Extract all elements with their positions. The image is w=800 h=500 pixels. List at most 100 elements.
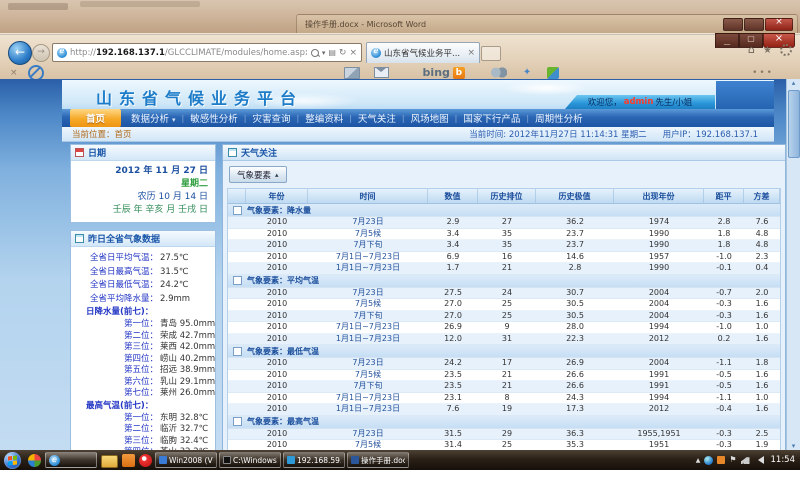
table-row[interactable]: 20107月23日31.52936.31955,1951-0.32.5 bbox=[228, 429, 780, 441]
table-cell: -0.5 bbox=[704, 381, 744, 392]
table-cell: 21 bbox=[478, 263, 536, 274]
close-toolbar-icon[interactable]: × bbox=[10, 68, 18, 78]
nav-item-3[interactable]: 灾害查询 bbox=[246, 111, 296, 125]
taskbar-clock[interactable]: 11:54 bbox=[771, 455, 796, 465]
desktop-background: 操作手册.docx - Microsoft Word bbox=[0, 0, 800, 34]
scroll-up-arrow-icon[interactable]: ▴ bbox=[787, 79, 800, 87]
refresh-icon[interactable]: ↻ bbox=[339, 48, 347, 58]
new-tab-button[interactable] bbox=[481, 46, 501, 61]
group-title: 气象要素：最高气温 bbox=[247, 416, 319, 427]
element-filter-button[interactable]: 气象要素 ▴ bbox=[229, 166, 287, 183]
table-cell: 7月下旬 bbox=[308, 311, 428, 322]
system-tray: ▲ ⚑ 11:54 bbox=[696, 455, 800, 465]
cards-icon[interactable] bbox=[344, 67, 360, 79]
table-row[interactable]: 20107月23日2.92736.219742.87.6 bbox=[228, 217, 780, 229]
table-row[interactable]: 20107月下旬27.02530.52004-0.31.6 bbox=[228, 311, 780, 323]
show-hidden-icons-arrow[interactable]: ▲ bbox=[696, 457, 701, 464]
taskbar-window-label: C:\Windows\s... bbox=[233, 456, 277, 465]
table-row[interactable]: 20107月5候27.02530.52004-0.31.6 bbox=[228, 299, 780, 311]
table-cell: 31.4 bbox=[428, 440, 478, 450]
taskbar-window-button[interactable]: 操作手册.docx ... bbox=[347, 452, 409, 468]
search-icon[interactable] bbox=[311, 49, 319, 57]
group-checkbox[interactable] bbox=[233, 276, 242, 285]
panel-icon bbox=[228, 148, 237, 157]
nav-item-0[interactable]: 首页 bbox=[70, 109, 121, 127]
favorites-star-icon[interactable]: ★ bbox=[763, 45, 772, 56]
nav-item-6[interactable]: 风场地图 bbox=[405, 111, 455, 125]
table-cell: 2010 bbox=[246, 288, 308, 299]
table-row[interactable]: 20107月下旬23.52126.61991-0.51.6 bbox=[228, 381, 780, 393]
forward-button[interactable]: → bbox=[32, 44, 50, 62]
table-row[interactable]: 20107月23日24.21726.92004-1.11.8 bbox=[228, 358, 780, 370]
table-row[interactable]: 20101月1日~7月23日1.7212.81990-0.10.4 bbox=[228, 263, 780, 275]
table-row[interactable]: 20107月5候23.52126.61991-0.51.6 bbox=[228, 370, 780, 382]
network-icon[interactable] bbox=[741, 456, 750, 464]
web-page: 山东省气候业务平台 欢迎您， admin 先生/小姐 首页数据分析▾|敏感性分析… bbox=[0, 79, 800, 450]
taskbar-ie-button[interactable]: e bbox=[45, 452, 97, 468]
scroll-down-arrow-icon[interactable]: ▾ bbox=[787, 442, 800, 450]
table-group-header[interactable]: 气象要素：降水量 bbox=[228, 204, 780, 217]
rank-label: 第一位： bbox=[72, 319, 158, 331]
home-icon[interactable]: ⌂ bbox=[748, 44, 755, 56]
nav-item-7[interactable]: 国家下行产品 bbox=[457, 111, 526, 125]
nav-item-1[interactable]: 数据分析▾ bbox=[125, 111, 182, 125]
table-row[interactable]: 20107月23日27.52430.72004-0.72.0 bbox=[228, 288, 780, 300]
table-row[interactable]: 20107月1日~7月23日23.1824.31994-1.11.0 bbox=[228, 393, 780, 405]
start-button[interactable] bbox=[4, 452, 21, 469]
sparkle-icon[interactable]: ✦ bbox=[523, 67, 531, 78]
breadcrumb-current[interactable]: 首页 bbox=[115, 130, 132, 140]
table-row[interactable]: 20107月下旬3.43523.719901.84.8 bbox=[228, 240, 780, 252]
table-row[interactable]: 20101月1日~7月23日7.61917.32012-0.41.6 bbox=[228, 404, 780, 416]
table-row[interactable]: 20101月1日~7月23日12.03122.320120.21.6 bbox=[228, 334, 780, 346]
browser-tab[interactable]: 山东省气候业务平... × bbox=[366, 42, 480, 63]
table-row[interactable]: 20107月1日~7月23日6.91614.61957-1.02.3 bbox=[228, 252, 780, 264]
action-center-flag-icon[interactable]: ⚑ bbox=[729, 456, 736, 464]
explorer-folder-icon[interactable] bbox=[101, 455, 118, 468]
nav-item-8[interactable]: 周期性分析 bbox=[529, 111, 589, 125]
tray-app-icon[interactable] bbox=[704, 456, 713, 465]
taskbar-window-button[interactable]: Win2008 (VS2... bbox=[155, 452, 217, 468]
back-button[interactable]: ← bbox=[8, 41, 32, 65]
coins-icon[interactable] bbox=[491, 67, 507, 78]
gear-icon[interactable] bbox=[780, 44, 792, 56]
table-group-header[interactable]: 气象要素：最低气温 bbox=[228, 345, 780, 358]
group-checkbox[interactable] bbox=[233, 347, 242, 356]
page-scrollbar[interactable]: ▴ ▾ bbox=[786, 79, 800, 450]
group-checkbox[interactable] bbox=[233, 206, 242, 215]
table-cell: 2010 bbox=[246, 229, 308, 240]
nav-item-4[interactable]: 整编资料 bbox=[299, 111, 349, 125]
mail-icon[interactable] bbox=[374, 67, 389, 78]
pinned-app-icon[interactable] bbox=[28, 454, 41, 467]
table-row[interactable]: 20107月5候31.42535.31951-0.31.9 bbox=[228, 440, 780, 450]
nav-item-5[interactable]: 天气关注 bbox=[352, 111, 402, 125]
more-options-dots-icon[interactable]: ••• bbox=[752, 68, 774, 78]
table-group-header[interactable]: 气象要素：平均气温 bbox=[228, 275, 780, 288]
current-time-label: 当前时间: 2012年11月27日 11:14:31 星期二 bbox=[469, 128, 646, 140]
pinned-app-orange-icon[interactable] bbox=[122, 454, 135, 467]
taskbar-window-button[interactable]: C:\Windows\s... bbox=[219, 452, 281, 468]
taskbar-window-icon bbox=[159, 456, 167, 464]
scrollbar-thumb[interactable] bbox=[788, 90, 800, 158]
welcome-prefix: 欢迎您， bbox=[588, 96, 622, 108]
nav-item-2[interactable]: 敏感性分析 bbox=[184, 111, 244, 125]
table-header-cell: 历史极值 bbox=[536, 189, 614, 203]
taskbar-window-button[interactable]: 192.168.59.99... bbox=[283, 452, 345, 468]
address-bar[interactable]: http://192.168.137.1/GLCCLIMATE/modules/… bbox=[52, 43, 362, 62]
weather-stat-row: 全省日最高气温：31.5℃ bbox=[72, 266, 212, 280]
tab-close-icon[interactable]: × bbox=[463, 48, 479, 58]
compatibility-view-icon[interactable]: ▤ bbox=[328, 48, 336, 57]
community-icon[interactable] bbox=[547, 67, 559, 79]
table-row[interactable]: 20107月5候3.43523.719901.84.8 bbox=[228, 229, 780, 241]
stop-icon[interactable]: × bbox=[349, 48, 357, 58]
table-group-header[interactable]: 气象要素：最高气温 bbox=[228, 416, 780, 429]
table-cell: -0.1 bbox=[704, 263, 744, 274]
volume-icon[interactable] bbox=[754, 456, 764, 464]
table-cell: 1.9 bbox=[744, 440, 780, 450]
rank-label: 第二位： bbox=[72, 331, 158, 343]
chevron-down-icon[interactable]: ▾ bbox=[322, 49, 326, 57]
group-checkbox[interactable] bbox=[233, 417, 242, 426]
tray-orange-icon[interactable] bbox=[717, 456, 725, 464]
bing-toolbar[interactable]: bing b bbox=[423, 66, 465, 79]
pinned-app-red-icon[interactable] bbox=[139, 454, 152, 467]
table-row[interactable]: 20107月1日~7月23日26.9928.01994-1.01.0 bbox=[228, 322, 780, 334]
